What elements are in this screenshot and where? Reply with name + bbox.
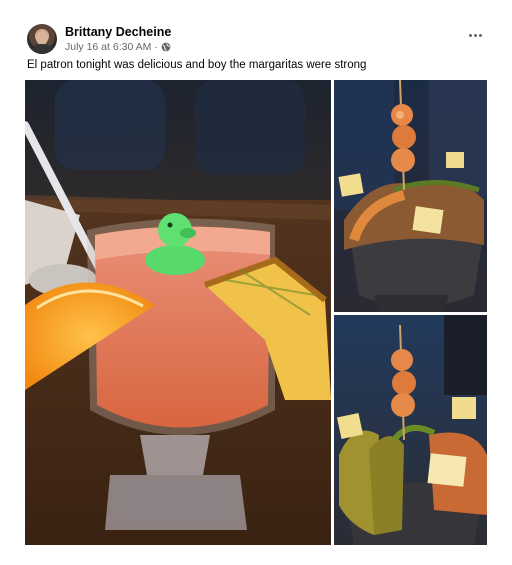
meta-separator: · [154,41,158,53]
photo-margarita[interactable] [25,80,331,545]
more-horizontal-icon [468,33,472,37]
globe-icon [161,42,171,52]
author-avatar[interactable] [27,24,57,54]
post-caption: El patron tonight was delicious and boy … [27,59,367,71]
more-options-button[interactable] [463,26,487,44]
post-timestamp[interactable]: July 16 at 6:30 AM [65,41,151,53]
post-header: Brittany Decheine July 16 at 6:30 AM · [27,22,487,56]
facebook-post: Brittany Decheine July 16 at 6:30 AM · E… [0,0,512,565]
author-name[interactable]: Brittany Decheine [65,25,171,39]
photo-molcajete-bottom[interactable] [334,315,487,545]
photo-molcajete-top[interactable] [334,80,487,312]
post-meta: July 16 at 6:30 AM · [65,41,171,53]
